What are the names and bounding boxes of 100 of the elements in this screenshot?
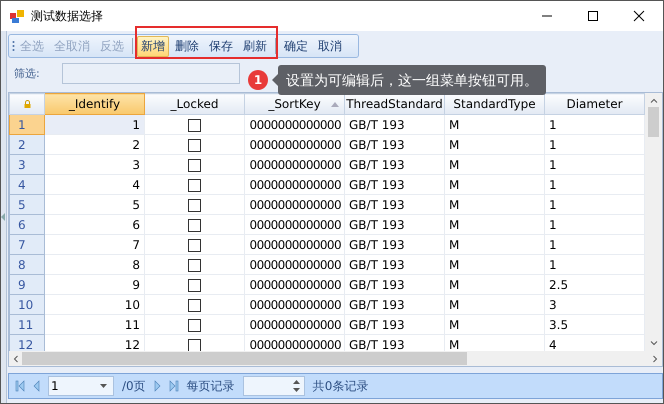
table-cell: 3.5 <box>544 314 644 334</box>
scroll-thumb[interactable] <box>648 107 659 137</box>
window-title: 测试数据选择 <box>31 8 103 24</box>
checkbox[interactable] <box>188 138 201 152</box>
scroll-left-icon[interactable] <box>13 354 18 362</box>
checkbox[interactable] <box>188 278 201 292</box>
row-header[interactable]: 7 <box>10 234 44 254</box>
table-cell: M <box>444 134 544 154</box>
column-header[interactable]: _SortKey <box>244 94 344 114</box>
table-cell: M <box>444 274 544 294</box>
table-cell: M <box>444 214 544 234</box>
column-header[interactable]: _Locked <box>144 94 244 114</box>
table-cell: GB/T 193 <box>344 194 444 214</box>
row-header[interactable]: 11 <box>10 314 44 334</box>
row-header[interactable]: 3 <box>10 154 44 174</box>
table-cell: 1 <box>544 194 644 214</box>
dropdown-icon <box>100 384 107 388</box>
table-cell: 6 <box>44 214 144 234</box>
close-icon[interactable] <box>633 10 645 22</box>
checkbox[interactable] <box>188 118 201 132</box>
table-cell: GB/T 193 <box>344 314 444 334</box>
table-cell: 8 <box>44 254 144 274</box>
row-header[interactable]: 5 <box>10 194 44 214</box>
table-cell: 0000000000000 <box>244 114 344 134</box>
row-header[interactable]: 6 <box>10 214 44 234</box>
table-cell: M <box>444 314 544 334</box>
next-page-icon[interactable] <box>154 380 161 392</box>
table-cell: 1 <box>544 134 644 154</box>
table-cell: 0000000000000 <box>244 134 344 154</box>
scroll-thumb[interactable] <box>22 352 467 365</box>
checkbox[interactable] <box>188 238 201 252</box>
checkbox[interactable] <box>188 298 201 312</box>
table-cell: 1 <box>44 114 144 134</box>
table-cell: 11 <box>44 314 144 334</box>
scroll-up-icon[interactable] <box>650 98 658 103</box>
table-cell: 1 <box>544 214 644 234</box>
table-cell: GB/T 193 <box>344 234 444 254</box>
column-header[interactable]: ThreadStandard <box>344 94 444 114</box>
column-header[interactable]: _Identify <box>44 94 144 114</box>
table-cell: GB/T 193 <box>344 154 444 174</box>
checkbox[interactable] <box>188 218 201 232</box>
checkbox[interactable] <box>188 178 201 192</box>
toolbar-button[interactable]: 删除 <box>171 36 203 56</box>
toolbar-button[interactable]: 新增 <box>137 36 169 56</box>
table-cell: GB/T 193 <box>344 134 444 154</box>
grip-icon <box>12 40 15 52</box>
first-page-icon[interactable] <box>15 380 25 392</box>
vertical-scrollbar[interactable] <box>645 93 662 351</box>
scroll-down-icon[interactable] <box>650 341 658 346</box>
per-page-label: 每页记录 <box>186 378 235 394</box>
row-header[interactable]: 2 <box>10 134 44 154</box>
table-cell: 1 <box>544 154 644 174</box>
per-page-spinner[interactable] <box>242 376 305 396</box>
table-cell: 10 <box>44 294 144 314</box>
row-header[interactable]: 1 <box>10 114 44 134</box>
checkbox[interactable] <box>188 198 201 212</box>
maximize-icon[interactable] <box>587 10 599 22</box>
table-cell: 1 <box>544 234 644 254</box>
spinner-arrows-icon[interactable] <box>292 380 300 392</box>
row-header[interactable]: 4 <box>10 174 44 194</box>
last-page-icon[interactable] <box>168 380 179 392</box>
toolbar-button[interactable]: 取消 <box>314 36 346 56</box>
table-cell: GB/T 193 <box>344 114 444 134</box>
scroll-right-icon[interactable] <box>653 354 658 362</box>
column-header[interactable]: Diameter <box>544 94 644 114</box>
row-header[interactable]: 9 <box>10 274 44 294</box>
table-cell: M <box>444 194 544 214</box>
checkbox[interactable] <box>188 318 201 332</box>
filter-label: 筛选: <box>14 66 41 80</box>
toolbar-button[interactable]: 刷新 <box>239 36 271 56</box>
table-cell: 2.5 <box>544 274 644 294</box>
table-cell: 3 <box>44 154 144 174</box>
table-cell: 1 <box>544 174 644 194</box>
row-header[interactable]: 12 <box>10 334 44 351</box>
checkbox[interactable] <box>188 158 201 172</box>
column-header[interactable]: StandardType <box>444 94 544 114</box>
tooltip-text: 设置为可编辑后，这一组菜单按钮可用。 <box>286 73 538 89</box>
table-cell: M <box>444 174 544 194</box>
total-records-label: 共0条记录 <box>312 378 368 394</box>
table-cell: 3 <box>544 294 644 314</box>
table-cell: GB/T 193 <box>344 214 444 234</box>
checkbox[interactable] <box>188 258 201 272</box>
lock-icon <box>24 100 30 108</box>
filter-field[interactable] <box>62 62 240 84</box>
table-cell: 0000000000000 <box>244 274 344 294</box>
checkbox[interactable] <box>188 338 201 351</box>
toolbar-button[interactable]: 保存 <box>205 36 237 56</box>
app-icon <box>9 8 25 24</box>
table-cell: M <box>444 114 544 134</box>
table-cell: 5 <box>44 194 144 214</box>
row-header[interactable]: 10 <box>10 294 44 314</box>
row-header[interactable]: 8 <box>10 254 44 274</box>
page-dropdown[interactable]: 1 <box>48 376 114 396</box>
horizontal-scrollbar[interactable] <box>9 351 662 366</box>
previous-page-icon[interactable] <box>33 380 40 392</box>
sort-icon <box>330 102 339 107</box>
table-cell: 1 <box>544 114 644 134</box>
table-cell: 0000000000000 <box>244 234 344 254</box>
toolbar-button[interactable]: 确定 <box>280 36 312 56</box>
table-cell: M <box>444 294 544 314</box>
